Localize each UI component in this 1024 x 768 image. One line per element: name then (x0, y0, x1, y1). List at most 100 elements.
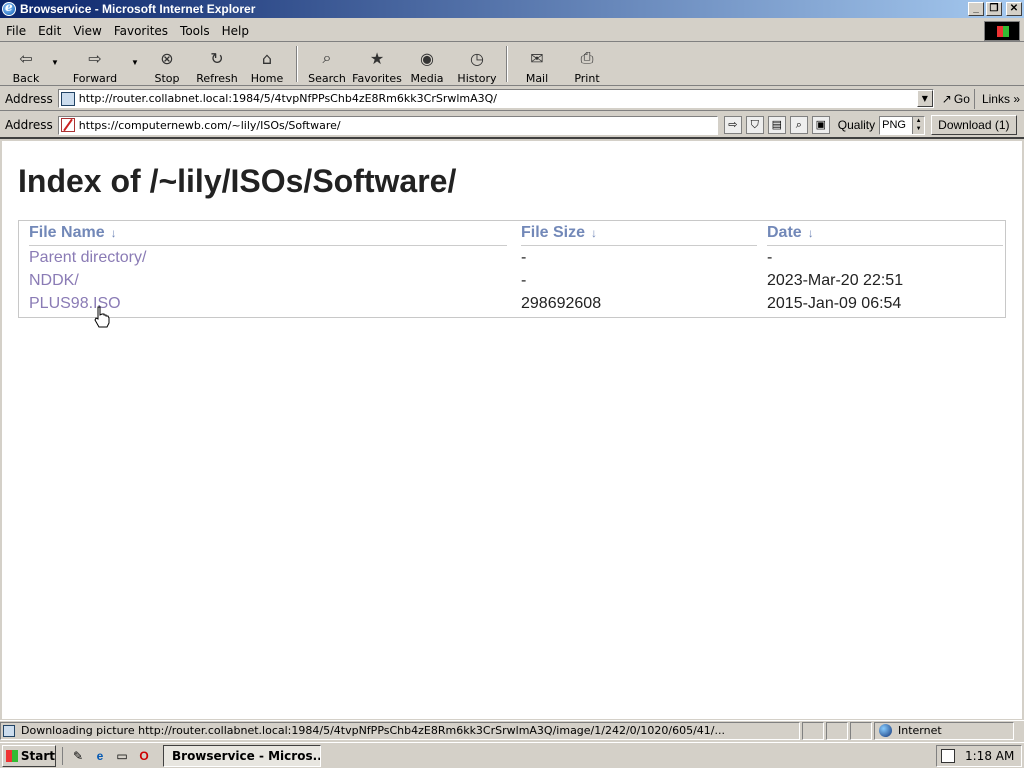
favorites-button[interactable]: ★ Favorites (352, 44, 402, 86)
links-button[interactable]: Links » (973, 88, 1020, 109)
column-header-file-size[interactable]: File Size ↓ (521, 224, 757, 246)
clipboard-icon[interactable]: ▣ (811, 116, 830, 134)
security-zone: Internet (874, 721, 1014, 740)
system-tray: 1:18 AM (936, 745, 1022, 767)
ie-icon (2, 0, 16, 16)
download-button[interactable]: Download (1) (931, 115, 1017, 135)
browservice-address-input[interactable]: https://computernewb.com/~lily/ISOs/Soft… (57, 115, 718, 135)
hand-cursor-icon (94, 306, 110, 328)
stop-button[interactable]: ⊗ Stop (142, 44, 192, 86)
standard-toolbar: ⇦ Back ▼ ⇨ Forward ▼ ⊗ Stop ↻ Refresh ⌂ … (0, 44, 1024, 86)
column-header-date[interactable]: Date ↓ (767, 224, 1003, 246)
mail-label: Mail (525, 72, 549, 85)
back-arrow-icon: ⇦ (19, 48, 33, 68)
menu-edit[interactable]: Edit (32, 24, 67, 38)
favorites-icon: ★ (369, 48, 385, 68)
internet-globe-icon (879, 724, 892, 737)
status-text-pane: Downloading picture http://router.collab… (0, 721, 800, 740)
column-header-date-label: Date (767, 224, 802, 241)
print-label: Print (574, 72, 600, 85)
history-button[interactable]: ◷ History (452, 44, 502, 86)
back-label: Back (12, 72, 40, 85)
start-label: Start (20, 748, 55, 763)
file-link-parent-directory[interactable]: Parent directory/ (29, 249, 146, 271)
search-icon: ⌕ (322, 48, 332, 67)
menu-file[interactable]: File (0, 24, 32, 38)
outlook-express-icon[interactable]: ✎ (69, 747, 87, 765)
forward-button[interactable]: ⇨ Forward (62, 44, 128, 86)
stop-icon: ⊗ (160, 48, 174, 68)
quality-value: PNG (882, 119, 906, 131)
sort-arrow-icon: ↓ (807, 226, 814, 240)
search-button[interactable]: ⌕ Search (302, 44, 352, 85)
status-pane (802, 721, 824, 740)
windows-logo-icon (984, 21, 1020, 41)
media-label: Media (410, 72, 444, 85)
quality-spinner-icon[interactable]: ▲ ▼ (912, 116, 925, 134)
status-pane (826, 721, 848, 740)
menu-bar: File Edit View Favorites Tools Help (0, 20, 1024, 42)
menu-tools[interactable]: Tools (174, 24, 216, 38)
close-button[interactable]: ✕ (1006, 2, 1022, 16)
address-dropdown-icon[interactable]: ▼ (916, 90, 933, 107)
status-text: Downloading picture http://router.collab… (21, 724, 725, 737)
links-label: Links (981, 91, 1010, 106)
quality-selector[interactable]: PNG ▲ ▼ (879, 115, 926, 135)
mail-button[interactable]: ✉ Mail (512, 44, 562, 86)
chevron-right-icon: » (1013, 91, 1020, 106)
ie-address-bar: Address http://router.collabnet.local:19… (0, 87, 1024, 111)
browservice-address-url: https://computernewb.com/~lily/ISOs/Soft… (78, 118, 341, 132)
forward-arrow-icon: ⇨ (88, 48, 102, 68)
search-label: Search (308, 72, 346, 85)
find-icon[interactable]: ⌕ (789, 116, 808, 134)
forward-dropdown[interactable]: ▼ (128, 44, 142, 67)
taskbar-item-browservice[interactable]: Browservice - Micros... (163, 744, 321, 767)
ie-address-input[interactable]: http://router.collabnet.local:1984/5/4tv… (57, 89, 934, 108)
restore-button[interactable]: ❐ (986, 2, 1002, 16)
start-button[interactable]: Start (2, 744, 56, 767)
refresh-label: Refresh (196, 72, 238, 85)
menu-help[interactable]: Help (216, 24, 255, 38)
toolbar-separator (296, 46, 298, 82)
page-icon (60, 91, 75, 106)
go-label: Go (953, 91, 970, 106)
file-link-nddk[interactable]: NDDK/ (29, 272, 79, 294)
favorites-label: Favorites (352, 72, 402, 85)
history-icon: ◷ (470, 48, 484, 68)
title-bar: Browservice - Microsoft Internet Explore… (0, 0, 1024, 18)
column-header-file-name[interactable]: File Name ↓ (29, 224, 507, 246)
sort-arrow-icon: ↓ (110, 226, 117, 240)
insecure-page-icon (60, 118, 75, 132)
show-desktop-icon[interactable]: ▭ (113, 747, 131, 765)
home-button[interactable]: ⌂ Home (242, 44, 292, 86)
back-button[interactable]: ⇦ Back (4, 44, 48, 86)
scheduler-icon[interactable] (941, 749, 955, 763)
go-button[interactable]: ↗ Go (942, 92, 970, 106)
status-bar: Downloading picture http://router.collab… (0, 720, 1024, 740)
file-size-cell: - (521, 249, 527, 266)
page-title: Index of /~lily/ISOs/Software/ (18, 163, 457, 199)
go-arrow-icon[interactable]: ⇨ (723, 116, 742, 134)
back-dropdown[interactable]: ▼ (48, 44, 62, 67)
refresh-button[interactable]: ↻ Refresh (192, 44, 242, 86)
opera-icon[interactable]: O (135, 747, 153, 765)
home-label: Home (250, 72, 284, 85)
forward-label: Forward (72, 72, 118, 85)
clock[interactable]: 1:18 AM (965, 749, 1014, 763)
media-button[interactable]: ◉ Media (402, 44, 452, 86)
window-title: Browservice - Microsoft Internet Explore… (20, 2, 256, 16)
menu-view[interactable]: View (67, 24, 107, 38)
file-size-cell: 298692608 (521, 295, 602, 312)
file-date-cell: 2023-Mar-20 22:51 (767, 272, 904, 289)
file-size-cell: - (521, 272, 527, 289)
print-button[interactable]: ⎙ Print (562, 44, 612, 85)
print-icon: ⎙ (580, 48, 594, 67)
internet-explorer-icon[interactable]: e (91, 747, 109, 765)
stop-label: Stop (154, 72, 180, 85)
minimize-button[interactable]: _ (968, 2, 984, 16)
bookmarks-list-icon[interactable]: ▤ (767, 116, 786, 134)
browservice-address-label: Address (5, 118, 53, 132)
menu-favorites[interactable]: Favorites (108, 24, 174, 38)
bookmark-icon[interactable]: ⛉ (745, 116, 764, 134)
windows-flag-icon (6, 749, 18, 762)
